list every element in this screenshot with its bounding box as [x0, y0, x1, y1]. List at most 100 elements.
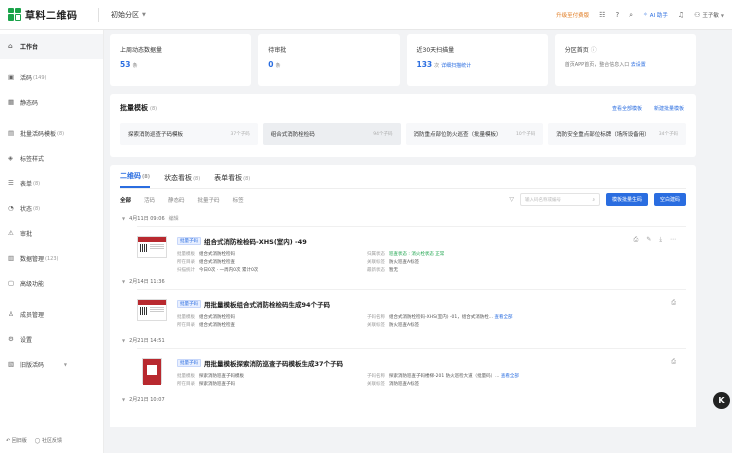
date-group-header[interactable]: ▼ 2月14日 11:36 [120, 274, 686, 289]
stat-partition-home[interactable]: 分区首页 ⓘ 首页APP首页，整合信息入口 去设置 [554, 34, 696, 86]
sidebar-item-live-code[interactable]: ▣ 活码 (149) [0, 65, 103, 90]
template-card[interactable]: 消防安全重点部位标牌（场所设备用） 34个子码 [548, 123, 686, 145]
batch-icon: ▤ [8, 129, 15, 138]
go-settings-link[interactable]: 去设置 [631, 62, 646, 68]
assistant-float-button[interactable]: K [713, 392, 730, 409]
search-input[interactable]: 输入码名称或编号 ⌕ [519, 193, 600, 206]
view-all-link[interactable]: 查看全部 [494, 315, 512, 320]
group-date: 2月21日 14:51 [129, 338, 165, 344]
members-icon: ♙ [8, 310, 14, 319]
upgrade-link[interactable]: 升级至付费版 [556, 11, 589, 19]
tab-qrcode[interactable]: 二维码(8) [120, 171, 151, 188]
apps-icon[interactable]: ☷ [599, 11, 605, 19]
template-subcount: 37个子码 [230, 132, 250, 137]
download-icon[interactable]: ⤓ [659, 236, 662, 244]
batch-title-text: 批量模板 [120, 104, 148, 112]
tab-form-board[interactable]: 表单看板(8) [214, 173, 250, 188]
sidebar-item-audit[interactable]: ⚠ 审批 [0, 221, 103, 246]
sidebar-item-static-code[interactable]: ▦ 静态码 [0, 90, 103, 115]
group-status: 编辑 [168, 216, 179, 222]
meta-value: 探索消防巡查子码模板 [199, 374, 244, 379]
notification-bell-icon[interactable]: ♫ [678, 11, 684, 19]
new-code-button[interactable]: 空白建码 [653, 193, 686, 206]
sidebar-item-batch-template[interactable]: ▤ 批量活码模板 (8) [0, 121, 103, 146]
stat-scans-30d[interactable]: 近30天扫描量 133 次详细扫描统计 [406, 34, 548, 86]
sidebar-item-form[interactable]: ☰ 表单 (8) [0, 171, 103, 196]
community-feedback-link[interactable]: ◯ 社区反馈 [35, 437, 62, 444]
form-icon: ☰ [8, 179, 14, 188]
sidebar-item-old-code[interactable]: ▧ 旧版活码 ▼ [0, 352, 103, 377]
scan-stats-link[interactable]: 详细扫描统计 [441, 63, 471, 69]
meta-key: 扫描统计 [177, 268, 195, 273]
new-batch-template-link[interactable]: 新建批量模板 [654, 105, 684, 112]
sidebar-item-label: 工作台 [20, 44, 39, 51]
sidebar-item-label-style[interactable]: ◈ 标签样式 [0, 146, 103, 171]
filter-all[interactable]: 全部 [120, 196, 131, 204]
meta-key: 所在目录 [177, 323, 195, 328]
help-icon[interactable]: ? [615, 11, 619, 19]
sidebar-item-label: 审批 [20, 231, 33, 238]
meta-value: 组合式消防栓检查 [199, 323, 235, 328]
sidebar-item-label: 标签样式 [20, 156, 45, 163]
home-icon: ⌂ [8, 42, 13, 51]
meta-key: 所在目录 [177, 382, 195, 387]
tab-status-board[interactable]: 状态看板(8) [164, 173, 200, 188]
app-logo[interactable]: 草料二维码 [0, 7, 98, 22]
sidebar-item-workbench[interactable]: ⌂ 工作台 [0, 34, 103, 59]
filter-label[interactable]: 标签 [233, 196, 244, 204]
print-icon[interactable]: ⎙ [634, 236, 639, 244]
template-card[interactable]: 消防重点部位防火巡查（批量模板） 10个子码 [405, 123, 544, 145]
edit-icon[interactable]: ✎ [646, 236, 651, 244]
code-title: 批量子码 用批量模板组合式消防栓检码生成94个子码 [177, 299, 686, 309]
print-icon[interactable]: ⎙ [671, 299, 676, 307]
code-title-text[interactable]: 用批量模板组合式消防栓检码生成94个子码 [204, 299, 330, 309]
qrcode-icon: ▣ [8, 73, 15, 82]
date-group-header[interactable]: ▼ 2月21日 10:07 [120, 392, 686, 407]
code-title-text[interactable]: 组合式消防栓检码-XHS(室内) -49 [204, 236, 307, 246]
batch-generate-button[interactable]: 模板批量生码 [605, 193, 648, 206]
code-card[interactable]: 批量子码 用批量模板组合式消防栓检码生成94个子码 批量模板 组合式消防栓检码 子… [137, 289, 686, 333]
template-card[interactable]: 组合式消防栓检码 94个子码 [262, 123, 401, 145]
view-all-link[interactable]: 查看全部 [501, 374, 519, 379]
meta-key: 所在目录 [177, 260, 195, 265]
date-group-header[interactable]: ▼ 2月21日 14:51 [120, 333, 686, 348]
chevron-down-icon: ▼ [63, 362, 67, 367]
template-name: 组合式消防栓检码 [270, 132, 315, 138]
print-icon[interactable]: ⎙ [671, 358, 676, 366]
collapse-icon: ▼ [122, 397, 126, 402]
code-card[interactable]: 批量子码 用批量模板探索消防巡查子码模板生成37个子码 批量模板 探索消防巡查子码… [137, 348, 686, 392]
code-thumbnail [137, 299, 167, 321]
stat-label: 近30天扫描量 [416, 47, 455, 54]
main-content: 上周动态数据量 53 条 待审批 0条 近30天扫描量 133 次详细扫描统计 分区… [110, 34, 696, 427]
filter-static-code[interactable]: 静态码 [168, 196, 185, 204]
filter-live-code[interactable]: 活码 [144, 196, 155, 204]
view-all-templates-link[interactable]: 查看全部模板 [612, 105, 642, 112]
meta-key: 子码名称 [367, 374, 385, 379]
static-code-icon: ▦ [8, 98, 15, 107]
funnel-icon[interactable]: ▽ [509, 196, 514, 203]
tab-count: (8) [243, 176, 251, 182]
stat-pending-audit[interactable]: 待审批 0条 [258, 34, 400, 86]
user-menu[interactable]: ⚇ 王子敏 ▼ [694, 11, 724, 19]
sidebar-item-status[interactable]: ◔ 状态 (8) [0, 196, 103, 221]
code-title-text[interactable]: 用批量模板探索消防巡查子码模板生成37个子码 [204, 358, 343, 368]
date-group-header[interactable]: ▼ 4月11日 09:06 编辑 [120, 211, 686, 226]
template-card[interactable]: 探索消防巡查子码模板 37个子码 [120, 123, 258, 145]
ai-help-button[interactable]: ✧ AI 助手 [643, 11, 668, 19]
workspace-selector[interactable]: 初始分区 ▼ [111, 10, 146, 20]
stat-number: 53 [120, 60, 131, 69]
sidebar-item-settings[interactable]: ⚙ 设置 [0, 327, 103, 352]
community-feedback-label: 社区反馈 [41, 438, 62, 444]
more-icon[interactable]: ⋯ [670, 236, 676, 244]
stat-label: 上周动态数据量 [120, 47, 163, 54]
code-card[interactable]: 批量子码 组合式消防栓检码-XHS(室内) -49 批量模板 组合式消防栓检码 归… [137, 226, 686, 274]
collapse-icon: ▼ [122, 216, 126, 221]
sidebar-item-advanced[interactable]: ▢ 高级功能 [0, 271, 103, 296]
app-name: 草料二维码 [25, 11, 78, 22]
filter-batch-subcode[interactable]: 批量子码 [198, 196, 220, 204]
back-old-version-link[interactable]: ↶ 回旧版 [6, 437, 27, 444]
search-icon[interactable]: ⌕ [629, 11, 633, 19]
sidebar-item-data[interactable]: ▥ 数据管理 (123) [0, 246, 103, 271]
sidebar-item-members[interactable]: ♙ 成员管理 [0, 302, 103, 327]
stat-weekly-data[interactable]: 上周动态数据量 53 条 [110, 34, 252, 86]
